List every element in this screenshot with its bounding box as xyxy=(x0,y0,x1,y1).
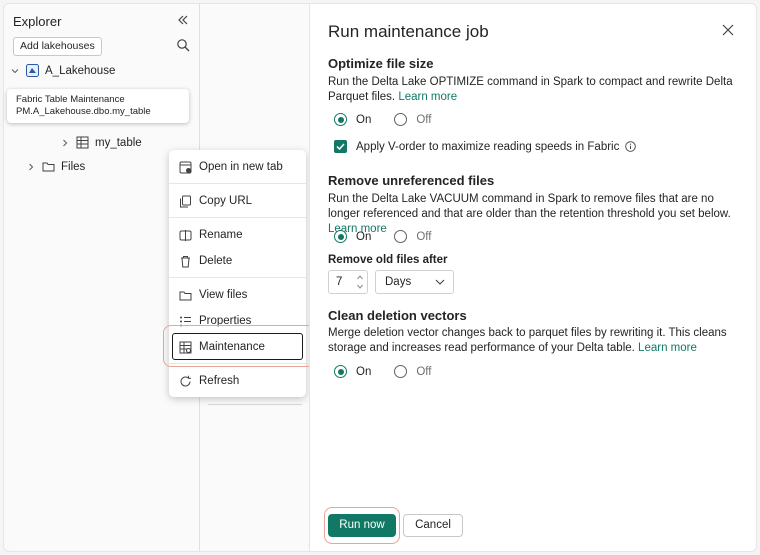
tooltip-line2: PM.A_Lakehouse.dbo.my_table xyxy=(16,106,151,117)
menu-item-copy-url[interactable]: Copy URL xyxy=(169,190,306,212)
menu-separator xyxy=(169,217,306,218)
menu-item-open-new-tab[interactable]: Open in new tab xyxy=(169,156,306,178)
vacuum-off-radio[interactable] xyxy=(394,230,408,243)
optimize-learn-more-link[interactable]: Learn more xyxy=(398,91,457,103)
deletion-off-label: Off xyxy=(416,365,432,378)
vacuum-off-label: Off xyxy=(416,230,432,243)
optimize-radio-group: On Off xyxy=(334,113,431,126)
search-icon[interactable] xyxy=(176,38,190,52)
menu-label: Copy URL xyxy=(199,195,253,207)
menu-item-refresh[interactable]: Refresh xyxy=(169,370,306,392)
menu-separator xyxy=(169,183,306,184)
deletion-on-radio[interactable] xyxy=(334,365,347,378)
tree-item-lakehouse[interactable]: A_Lakehouse xyxy=(10,64,115,77)
menu-item-rename[interactable]: Rename xyxy=(169,224,306,246)
deletion-off-radio[interactable] xyxy=(394,365,408,378)
vorder-checkbox[interactable] xyxy=(334,140,347,153)
menu-label: Delete xyxy=(199,255,233,267)
retention-number-input[interactable]: 7 xyxy=(328,270,368,294)
chevron-down-icon[interactable] xyxy=(10,66,20,76)
menu-label: View files xyxy=(199,289,248,301)
deletion-radio-group: On Off xyxy=(334,365,431,378)
menu-separator xyxy=(169,277,306,278)
cancel-button[interactable]: Cancel xyxy=(403,514,463,537)
vacuum-title: Remove unreferenced files xyxy=(328,173,495,188)
optimize-desc-text: Run the Delta Lake OPTIMIZE command in S… xyxy=(328,76,733,103)
tree-item-table[interactable]: my_table xyxy=(60,136,142,149)
table-tooltip: Fabric Table Maintenance PM.A_Lakehouse.… xyxy=(7,89,189,123)
trash-icon xyxy=(181,255,190,267)
optimize-off-label: Off xyxy=(416,113,432,126)
optimize-title: Optimize file size xyxy=(328,56,434,71)
vorder-checkbox-row: Apply V-order to maximize reading speeds… xyxy=(334,140,637,153)
spin-buttons-icon[interactable] xyxy=(356,273,364,291)
chevron-right-icon[interactable] xyxy=(60,138,70,148)
table-icon xyxy=(76,136,89,149)
menu-label: Refresh xyxy=(199,375,240,387)
divider xyxy=(208,404,302,405)
folder-icon xyxy=(179,291,192,300)
vacuum-on-label: On xyxy=(356,230,372,243)
rename-icon xyxy=(179,229,192,241)
maintenance-dialog: Run maintenance job Optimize file size R… xyxy=(309,3,757,552)
optimize-on-radio[interactable] xyxy=(334,113,347,126)
files-label: Files xyxy=(61,160,86,173)
open-new-tab-icon xyxy=(179,161,192,173)
menu-label: Open in new tab xyxy=(199,161,283,173)
vacuum-on-radio[interactable] xyxy=(334,230,347,243)
menu-label: Rename xyxy=(199,229,243,241)
optimize-off-radio[interactable] xyxy=(394,113,408,126)
optimize-on-label: On xyxy=(356,113,372,126)
dialog-title: Run maintenance job xyxy=(328,22,489,41)
menu-item-view-files[interactable]: View files xyxy=(169,284,306,306)
vacuum-radio-group: On Off xyxy=(334,230,431,243)
retention-unit-value: Days xyxy=(385,276,412,288)
deletion-title: Clean deletion vectors xyxy=(328,308,467,323)
table-label: my_table xyxy=(95,136,142,149)
tooltip-line1: Fabric Table Maintenance xyxy=(16,94,125,105)
lakehouse-icon xyxy=(26,64,39,77)
info-icon[interactable] xyxy=(625,141,637,152)
vorder-label: Apply V-order to maximize reading speeds… xyxy=(356,140,620,153)
app-frame: Explorer Add lakehouses A_Lakehouse my_t… xyxy=(0,0,760,555)
checkmark-icon xyxy=(336,143,345,151)
deletion-description: Merge deletion vector changes back to pa… xyxy=(328,326,740,356)
copy-icon xyxy=(180,195,191,207)
chevron-down-icon xyxy=(435,279,445,285)
menu-item-delete[interactable]: Delete xyxy=(169,250,306,272)
optimize-description: Run the Delta Lake OPTIMIZE command in S… xyxy=(328,75,740,105)
lakehouse-label: A_Lakehouse xyxy=(45,64,116,77)
maintenance-focus-box xyxy=(172,333,303,360)
add-lakehouses-button[interactable]: Add lakehouses xyxy=(13,37,102,56)
vacuum-desc-text: Run the Delta Lake VACUUM command in Spa… xyxy=(328,193,731,220)
deletion-on-label: On xyxy=(356,365,372,378)
refresh-icon xyxy=(180,375,191,387)
tree-item-files[interactable]: Files xyxy=(26,160,85,173)
retention-label: Remove old files after xyxy=(328,254,448,266)
folder-icon xyxy=(42,162,55,172)
run-now-button[interactable]: Run now xyxy=(328,514,396,537)
retention-value: 7 xyxy=(336,276,343,288)
close-icon[interactable] xyxy=(721,23,735,37)
collapse-panel-icon[interactable] xyxy=(176,13,190,27)
retention-unit-select[interactable]: Days xyxy=(375,270,454,294)
deletion-learn-more-link[interactable]: Learn more xyxy=(638,342,697,354)
explorer-title: Explorer xyxy=(13,14,62,29)
chevron-right-icon[interactable] xyxy=(26,162,36,172)
